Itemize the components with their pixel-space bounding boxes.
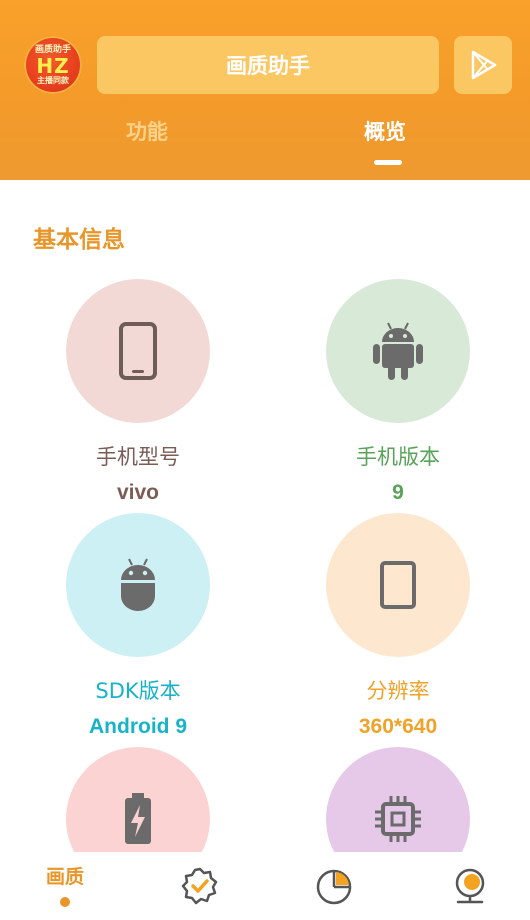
tab-active-indicator — [374, 160, 402, 165]
android-icon — [373, 322, 423, 380]
android-head-icon — [121, 558, 155, 611]
info-item-sdk-version[interactable]: SDK版本 Android 9 — [38, 513, 238, 739]
icon-circle — [66, 279, 210, 423]
nav-item-stats[interactable] — [290, 852, 380, 920]
info-label: SDK版本 — [95, 679, 181, 703]
info-item-phone-model[interactable]: 手机型号 vivo — [38, 279, 238, 505]
nav-item-profile[interactable] — [425, 852, 515, 920]
tablet-icon — [380, 561, 416, 609]
info-value: 360*640 — [358, 715, 438, 738]
webcam-icon — [455, 868, 485, 904]
app-title: 画质助手 — [97, 36, 439, 94]
nav-item-quality[interactable]: 画质 — [20, 852, 110, 920]
section-title: 基本信息 — [33, 227, 125, 253]
info-label: 手机版本 — [356, 445, 440, 469]
logo-text-bottom: 主播同款 — [37, 75, 69, 85]
info-label: 手机型号 — [96, 445, 180, 469]
tab-overview[interactable]: 概览 — [364, 116, 406, 146]
icon-circle — [66, 513, 210, 657]
logo-text-main: HZ — [36, 53, 70, 78]
battery-charging-icon — [125, 793, 151, 844]
app-header: 画质助手 HZ 主播同款 画质助手 功能 概览 — [0, 0, 530, 180]
bottom-navigation: 画质 — [0, 852, 530, 920]
cpu-chip-icon — [375, 796, 421, 842]
tab-functions[interactable]: 功能 — [126, 116, 168, 146]
nav-label-quality: 画质 — [45, 866, 84, 888]
info-label: 分辨率 — [366, 679, 430, 703]
app-logo: 画质助手 HZ 主播同款 — [24, 36, 82, 94]
verified-badge-icon — [181, 867, 218, 905]
info-value: 9 — [392, 481, 404, 504]
icon-circle — [326, 513, 470, 657]
phone-icon — [119, 322, 157, 380]
play-store-icon — [471, 50, 497, 80]
info-item-phone-version[interactable]: 手机版本 9 — [298, 279, 498, 505]
pie-chart-icon — [316, 869, 352, 905]
info-value: vivo — [116, 481, 160, 504]
nav-active-dot — [60, 897, 70, 907]
nav-item-verified[interactable] — [155, 852, 245, 920]
info-item-resolution[interactable]: 分辨率 360*640 — [298, 513, 498, 739]
info-value: Android 9 — [89, 715, 187, 738]
play-store-button[interactable] — [454, 36, 512, 94]
icon-circle — [326, 279, 470, 423]
